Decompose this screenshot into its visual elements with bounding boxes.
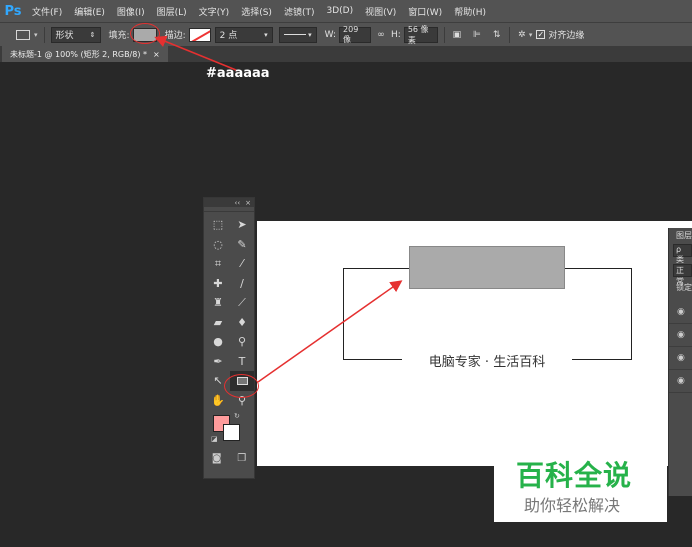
height-input[interactable]: 56 像素	[403, 25, 438, 45]
fill-swatch-highlight-circle	[130, 23, 160, 44]
align-edges-label: 对齐边缘	[548, 31, 585, 41]
eye-icon[interactable]: ◉	[669, 347, 692, 370]
canvas-caption: 电脑专家 · 生活百科	[402, 347, 572, 373]
eye-icon[interactable]: ◉	[669, 324, 692, 347]
paint-bucket-tool-icon[interactable]: ♦	[230, 313, 254, 333]
menu-window[interactable]: 窗口(W)	[402, 5, 448, 18]
close-icon[interactable]: ×	[245, 199, 251, 207]
stroke-label: 描边:	[164, 31, 186, 41]
watermark-title: 百科全说	[516, 459, 633, 492]
chevron-down-icon: ▾	[308, 30, 312, 39]
dodge-tool-icon[interactable]: ⚲	[230, 332, 254, 352]
color-swatches: ↻ ◪	[204, 412, 254, 452]
width-input[interactable]: 209 像	[339, 25, 372, 44]
swap-colors-icon[interactable]: ↻	[234, 412, 240, 420]
divider	[508, 26, 510, 43]
move-tool-icon[interactable]: ➤	[230, 215, 254, 235]
eye-icon[interactable]: ◉	[669, 301, 692, 324]
menu-layer[interactable]: 图层(L)	[151, 5, 193, 18]
quick-select-tool-icon[interactable]: ✎	[230, 235, 254, 255]
up-down-icon: ⇕	[89, 30, 96, 39]
stroke-line-icon	[283, 34, 306, 35]
mode-select[interactable]: 形状 ⇕	[50, 26, 101, 43]
menu-view[interactable]: 视图(V)	[359, 5, 402, 18]
mode-select-value: 形状	[55, 31, 74, 41]
path-arrangement-icon[interactable]: ⇅	[491, 29, 503, 41]
width-label: W:	[324, 29, 337, 40]
background-color-swatch[interactable]	[223, 424, 240, 441]
menu-3d[interactable]: 3D(D)	[320, 6, 359, 16]
document-tab-title: 未标题-1 @ 100% (矩形 2, RGB/8) *	[10, 49, 148, 59]
tools-panel: ‹‹ × ⬚ ➤ ◌ ✎ ⌗ ⁄ ✚ ∕ ♜ ⟋ ▰ ♦ ● ⚲ ✒ T ↖ ✋…	[203, 197, 255, 479]
default-colors-icon[interactable]: ◪	[211, 435, 218, 443]
stroke-size-field[interactable]: 2 点 ▾	[214, 26, 273, 43]
document-tab-bar: 未标题-1 @ 100% (矩形 2, RGB/8) * ×	[0, 46, 692, 62]
menu-image[interactable]: 图像(I)	[111, 5, 151, 18]
stroke-size-value: 2 点	[219, 31, 238, 41]
divider	[43, 26, 45, 43]
fill-color-annotation: #aaaaaa	[206, 66, 270, 81]
type-tool-icon[interactable]: T	[230, 352, 254, 372]
layers-panel: 图层 ρ 类 正常 锁定 ◉ ◉ ◉ ◉	[668, 228, 692, 496]
divider	[443, 26, 445, 43]
gear-icon[interactable]: ✲	[516, 29, 528, 41]
blur-tool-icon[interactable]: ●	[206, 332, 230, 352]
menu-edit[interactable]: 编辑(E)	[68, 5, 111, 18]
eye-icon[interactable]: ◉	[669, 370, 692, 393]
tools-panel-header: ‹‹ ×	[204, 198, 254, 207]
site-watermark: 百科全说 助你轻松解决	[494, 448, 667, 522]
lasso-tool-icon[interactable]: ◌	[206, 235, 230, 255]
menu-filter[interactable]: 滤镜(T)	[278, 5, 321, 18]
options-bar: ▾ 形状 ⇕ 填充: 描边: 2 点 ▾ ▾ W: 209 像 ∞ H: 56 …	[0, 22, 692, 46]
layer-filter-field[interactable]: ρ 类	[673, 244, 692, 264]
menu-file[interactable]: 文件(F)	[26, 5, 68, 18]
quick-mask-icon[interactable]: ◙	[212, 453, 222, 464]
brush-tool-icon[interactable]: ∕	[230, 274, 254, 294]
history-brush-tool-icon[interactable]: ⟋	[230, 293, 254, 313]
path-operations-icon[interactable]: ▣	[451, 29, 463, 41]
mode-buttons: ◙ ❐	[204, 453, 254, 464]
layers-panel-title: 图层	[676, 231, 692, 240]
close-icon[interactable]: ×	[153, 50, 160, 59]
crop-tool-icon[interactable]: ⌗	[206, 254, 230, 274]
stroke-color-swatch[interactable]	[188, 27, 211, 42]
height-label: H:	[391, 29, 401, 40]
eraser-tool-icon[interactable]: ▰	[206, 313, 230, 333]
stroke-type-select[interactable]: ▾	[278, 26, 317, 43]
fill-label: 填充:	[108, 31, 130, 41]
marquee-tool-icon[interactable]: ⬚	[206, 215, 230, 235]
healing-brush-tool-icon[interactable]: ✚	[206, 274, 230, 294]
menu-bar: Ps 文件(F) 编辑(E) 图像(I) 图层(L) 文字(Y) 选择(S) 滤…	[0, 0, 692, 22]
collapse-icon[interactable]: ‹‹	[235, 199, 241, 207]
eyedropper-tool-icon[interactable]: ⁄	[230, 254, 254, 274]
clone-stamp-tool-icon[interactable]: ♜	[206, 293, 230, 313]
path-alignment-icon[interactable]: ⊫	[471, 29, 483, 41]
chevron-down-icon[interactable]: ▾	[529, 31, 533, 39]
rectangle-tool-highlight-circle	[224, 374, 259, 398]
menu-select[interactable]: 选择(S)	[235, 5, 278, 18]
rectangle-tool-icon[interactable]	[16, 29, 30, 40]
hand-tool-icon[interactable]: ✋	[206, 391, 230, 411]
screen-mode-icon[interactable]: ❐	[237, 453, 246, 464]
blend-mode-select[interactable]: 正常	[673, 264, 692, 286]
document-tab[interactable]: 未标题-1 @ 100% (矩形 2, RGB/8) * ×	[2, 46, 168, 62]
gray-rectangle-shape[interactable]	[409, 246, 565, 289]
chevron-down-icon: ▾	[264, 30, 268, 39]
document-canvas[interactable]: 电脑专家 · 生活百科	[257, 221, 692, 466]
menu-type[interactable]: 文字(Y)	[193, 5, 236, 18]
photoshop-logo: Ps	[4, 3, 22, 19]
watermark-subtitle: 助你轻松解决	[524, 496, 621, 515]
align-edges-checkbox[interactable]: ✓	[536, 30, 546, 39]
chevron-down-icon[interactable]: ▾	[34, 31, 38, 39]
pen-tool-icon[interactable]: ✒	[206, 352, 230, 372]
menu-help[interactable]: 帮助(H)	[448, 5, 492, 18]
link-icon[interactable]: ∞	[375, 29, 387, 41]
